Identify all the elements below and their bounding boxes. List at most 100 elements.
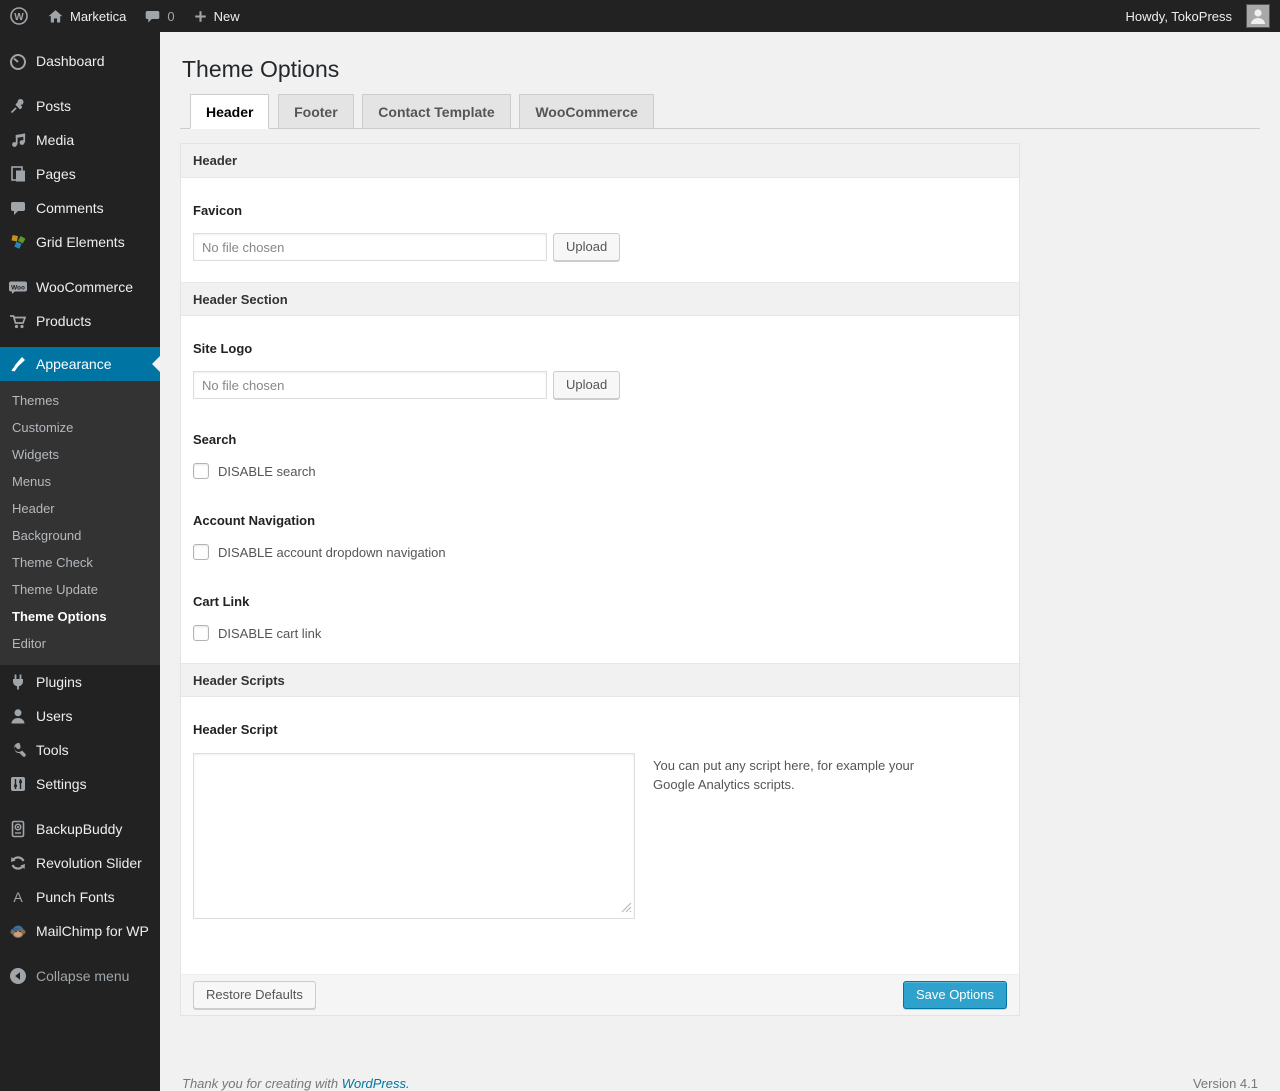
sidebar-item-appearance[interactable]: Appearance	[0, 347, 160, 381]
woocommerce-icon: Woo	[8, 277, 28, 297]
sidebar-item-label: Punch Fonts	[36, 889, 115, 905]
disable-search-checkbox[interactable]	[193, 463, 209, 479]
sidebar-item-mailchimp[interactable]: MailChimp for WP	[0, 914, 160, 948]
header-script-textarea[interactable]	[193, 753, 635, 919]
brush-icon	[8, 354, 28, 374]
wordpress-link[interactable]: WordPress.	[342, 1076, 410, 1091]
collapse-menu-button[interactable]: Collapse menu	[0, 959, 160, 993]
pushpin-icon	[8, 96, 28, 116]
new-menu[interactable]: New	[184, 0, 249, 32]
favicon-upload-button[interactable]: Upload	[553, 233, 621, 261]
wordpress-logo-icon: W	[9, 6, 29, 26]
comments-menu[interactable]: 0	[135, 0, 183, 32]
submenu-item-themes[interactable]: Themes	[0, 387, 160, 414]
letter-a-icon: A	[8, 887, 28, 907]
sidebar-item-grid-elements[interactable]: Grid Elements	[0, 225, 160, 259]
wrench-icon	[8, 740, 28, 760]
grid-elements-icon	[8, 232, 28, 252]
save-options-button[interactable]: Save Options	[902, 981, 1007, 1009]
panel-footer: Restore Defaults Save Options	[181, 974, 1019, 1015]
cart-icon	[8, 311, 28, 331]
account-navigation-label: Account Navigation	[193, 513, 316, 528]
favicon-file-input[interactable]	[193, 233, 547, 261]
sidebar-item-label: Plugins	[36, 674, 82, 690]
sidebar-item-label: Comments	[36, 200, 104, 216]
admin-sidebar: Dashboard Posts Media Pages Comments Gri…	[0, 32, 160, 1091]
submenu-item-theme-check[interactable]: Theme Check	[0, 549, 160, 576]
sidebar-item-label: MailChimp for WP	[36, 923, 149, 939]
disable-cart-link-checkbox[interactable]	[193, 625, 209, 641]
sidebar-item-label: Grid Elements	[36, 234, 125, 250]
site-name-menu[interactable]: Marketica	[38, 0, 135, 32]
sidebar-item-backupbuddy[interactable]: BackupBuddy	[0, 812, 160, 846]
main-content: Theme Options Header Footer Contact Temp…	[160, 32, 1280, 1091]
site-name-label: Marketica	[70, 8, 127, 24]
sidebar-item-label: Settings	[36, 776, 87, 792]
submenu-item-editor[interactable]: Editor	[0, 630, 160, 657]
sidebar-item-users[interactable]: Users	[0, 699, 160, 733]
sidebar-item-media[interactable]: Media	[0, 123, 160, 157]
site-logo-upload-button[interactable]: Upload	[553, 371, 621, 399]
disable-account-nav-label: DISABLE account dropdown navigation	[218, 544, 446, 560]
sidebar-item-pages[interactable]: Pages	[0, 157, 160, 191]
refresh-arrows-icon	[8, 853, 28, 873]
sidebar-item-revolution-slider[interactable]: Revolution Slider	[0, 846, 160, 880]
submenu-item-theme-options[interactable]: Theme Options	[0, 603, 160, 630]
sidebar-item-label: Appearance	[36, 356, 112, 372]
favicon-label: Favicon	[193, 203, 243, 218]
header-script-hint: You can put any script here, for example…	[653, 758, 915, 792]
sidebar-item-label: Posts	[36, 98, 72, 114]
sidebar-item-dashboard[interactable]: Dashboard	[0, 44, 160, 78]
comment-icon	[8, 198, 28, 218]
submenu-item-widgets[interactable]: Widgets	[0, 441, 160, 468]
sidebar-item-settings[interactable]: Settings	[0, 767, 160, 801]
sidebar-item-label: Revolution Slider	[36, 855, 142, 871]
sidebar-item-plugins[interactable]: Plugins	[0, 665, 160, 699]
home-icon	[47, 8, 64, 25]
footer-thankyou-text: Thank you for creating with	[182, 1076, 342, 1091]
resize-handle-icon[interactable]	[621, 901, 632, 916]
sidebar-item-tools[interactable]: Tools	[0, 733, 160, 767]
wordpress-logo-menu[interactable]: W	[0, 0, 38, 32]
collapse-arrow-icon	[8, 966, 28, 986]
sidebar-item-woocommerce[interactable]: Woo WooCommerce	[0, 270, 160, 304]
submenu-item-customize[interactable]: Customize	[0, 414, 160, 441]
howdy-label: Howdy, TokoPress	[1125, 8, 1232, 24]
tab-woocommerce[interactable]: WooCommerce	[519, 94, 654, 129]
sidebar-item-posts[interactable]: Posts	[0, 89, 160, 123]
restore-defaults-button[interactable]: Restore Defaults	[193, 981, 316, 1009]
submenu-item-background[interactable]: Background	[0, 522, 160, 549]
tab-contact-template[interactable]: Contact Template	[362, 94, 511, 129]
user-icon	[8, 706, 28, 726]
sidebar-item-label: Media	[36, 132, 75, 148]
page-title: Theme Options	[182, 56, 340, 82]
disable-account-nav-checkbox[interactable]	[193, 544, 209, 560]
howdy-account-menu[interactable]: Howdy, TokoPress	[1117, 0, 1270, 32]
sidebar-item-label: Collapse menu	[36, 968, 130, 984]
sidebar-item-comments[interactable]: Comments	[0, 191, 160, 225]
sidebar-item-products[interactable]: Products	[0, 304, 160, 338]
mailchimp-monkey-icon	[8, 921, 28, 941]
section-header-section: Header Section	[181, 282, 1019, 316]
backup-drive-icon	[8, 819, 28, 839]
page-footer: Thank you for creating with WordPress. V…	[180, 1076, 1260, 1091]
sidebar-item-label: Users	[36, 708, 73, 724]
header-script-label: Header Script	[193, 722, 278, 737]
footer-thankyou: Thank you for creating with WordPress.	[182, 1076, 410, 1091]
site-logo-file-input[interactable]	[193, 371, 547, 399]
pages-icon	[8, 164, 28, 184]
svg-text:A: A	[13, 889, 23, 905]
submenu-item-menus[interactable]: Menus	[0, 468, 160, 495]
sidebar-item-label: Products	[36, 313, 92, 329]
submenu-item-theme-update[interactable]: Theme Update	[0, 576, 160, 603]
submenu-item-header[interactable]: Header	[0, 495, 160, 522]
comments-count: 0	[167, 8, 175, 24]
tab-header[interactable]: Header	[190, 94, 270, 129]
tab-footer[interactable]: Footer	[278, 94, 354, 129]
sidebar-item-label: WooCommerce	[36, 279, 133, 295]
admin-bar: W Marketica 0 New Howdy, TokoPress	[0, 0, 1280, 32]
appearance-submenu: Themes Customize Widgets Menus Header Ba…	[0, 381, 160, 665]
new-label: New	[213, 8, 240, 24]
sidebar-item-punch-fonts[interactable]: A Punch Fonts	[0, 880, 160, 914]
disable-search-label: DISABLE search	[218, 463, 316, 479]
